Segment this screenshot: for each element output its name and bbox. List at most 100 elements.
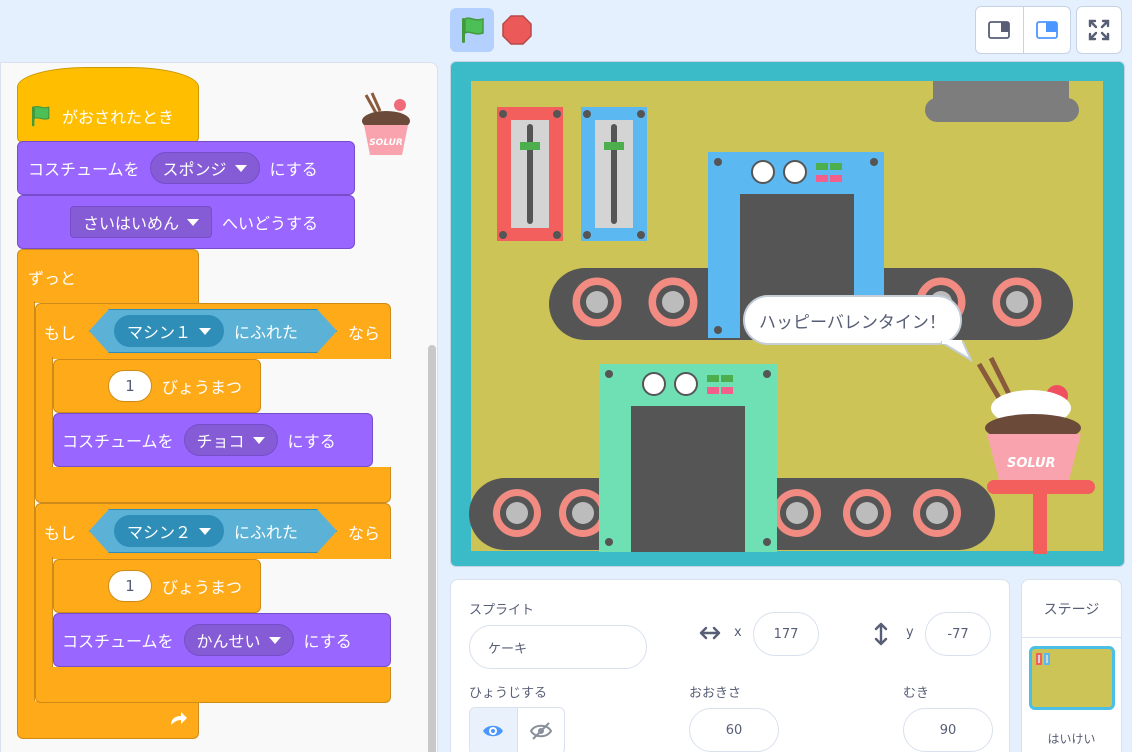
x-arrows-icon: [699, 626, 721, 640]
touching-block-2[interactable]: マシン２ にふれた: [89, 509, 337, 553]
costume-dropdown-sponge[interactable]: スポンジ: [149, 152, 260, 184]
size-input[interactable]: 60: [689, 708, 779, 752]
touching-label: にふれた: [234, 323, 299, 342]
y-arrows-icon: [874, 622, 888, 646]
wait-block-1[interactable]: 1 びょうまつ: [53, 359, 261, 413]
green-flag-icon: [32, 105, 50, 127]
cake-label: SOLUR: [1007, 456, 1056, 471]
costume-dropdown-value: スポンジ: [162, 160, 227, 179]
dropdown-caret-icon: [187, 218, 200, 226]
costume-dropdown-value: かんせい: [196, 632, 261, 651]
costume-label: コスチュームを: [28, 160, 140, 179]
hide-button[interactable]: [516, 708, 564, 752]
wait-seconds-input-2[interactable]: 1: [108, 570, 152, 602]
switch-backdrop-block[interactable]: さいはいめん へいどうする: [17, 195, 355, 249]
when-flag-clicked-block[interactable]: がおされたとき: [17, 67, 199, 143]
x-value: 177: [773, 626, 799, 642]
dropdown-caret-icon: [234, 164, 247, 172]
switch-costume-block[interactable]: コスチュームを スポンジ にする: [17, 141, 355, 195]
then-label: なら: [347, 323, 380, 343]
normal-stage-button[interactable]: [1022, 7, 1070, 53]
wait-label: びょうまつ: [162, 378, 243, 397]
stage-size-toggle: [975, 6, 1071, 54]
forever-block[interactable]: ずっと: [17, 249, 199, 303]
switch-costume-block-2[interactable]: コスチュームを チョコ にする: [53, 413, 373, 467]
backdrop-dropdown[interactable]: さいはいめん: [70, 206, 213, 238]
wait-label: びょうまつ: [162, 578, 243, 597]
wait-block-2[interactable]: 1 びょうまつ: [53, 559, 261, 613]
hat-label: がおされたとき: [62, 108, 175, 127]
small-stage-button[interactable]: [976, 7, 1023, 53]
dropdown-caret-icon: [268, 636, 281, 644]
stop-button[interactable]: [500, 12, 534, 48]
stop-icon: [502, 15, 532, 45]
costume-dropdown-value: チョコ: [196, 432, 245, 451]
fullscreen-button[interactable]: [1076, 6, 1122, 54]
eye-off-icon: [529, 722, 552, 740]
fullscreen-icon: [1088, 19, 1110, 41]
forever-label: ずっと: [28, 268, 77, 288]
forever-arm: [17, 301, 35, 701]
sprite-label: スプライト: [469, 603, 535, 618]
show-button[interactable]: [470, 708, 517, 752]
wait-seconds-input-1[interactable]: 1: [108, 370, 152, 402]
dropdown-caret-icon: [199, 528, 211, 535]
code-area[interactable]: SOLUR がおされたとき コスチュームを スポンジ にする さいはいめん へい…: [0, 62, 438, 752]
direction-label: むき: [903, 686, 930, 701]
backdrop-suffix: へいどうする: [222, 214, 319, 233]
if-label: もし: [44, 523, 77, 543]
dropdown-caret-icon: [252, 436, 265, 444]
show-label: ひょうじする: [469, 686, 548, 701]
stage-panel-title: ステージ: [1022, 580, 1121, 638]
stage[interactable]: SOLUR ハッピーバレンタイン！: [450, 61, 1125, 567]
costume-label: コスチュームを: [62, 632, 174, 651]
cake-sprite-thumbnail: SOLUR: [362, 92, 410, 155]
sprite-info-panel: スプライト ケーキ x 177 y -77 ひょうじする おおきさ 60 むき …: [450, 579, 1010, 752]
size-value: 60: [725, 722, 743, 738]
y-label: y: [906, 625, 914, 640]
small-stage-icon: [988, 21, 1011, 39]
touching-dropdown-2[interactable]: マシン２: [114, 515, 224, 547]
stage-thumbnail-scene: [1036, 653, 1050, 665]
y-value: -77: [947, 626, 969, 642]
if-label: もし: [44, 323, 77, 343]
normal-stage-icon: [1036, 21, 1058, 39]
size-label: おおきさ: [689, 686, 742, 701]
costume-dropdown-done[interactable]: かんせい: [183, 624, 294, 656]
if-arm-2: [35, 557, 53, 669]
speech-bubble: ハッピーバレンタイン！: [743, 295, 962, 345]
backdrop-dropdown-value: さいはいめん: [83, 214, 180, 233]
forever-foot: [17, 701, 199, 739]
switch-costume-block-3[interactable]: コスチュームを かんせい にする: [53, 613, 391, 667]
touching-dropdown-1[interactable]: マシン１: [114, 315, 224, 347]
if-foot-2: [35, 667, 391, 703]
x-input[interactable]: 177: [753, 612, 819, 656]
costume-suffix: にする: [287, 432, 336, 451]
x-label: x: [734, 625, 742, 640]
eye-icon: [483, 725, 504, 737]
visibility-toggle: [469, 707, 565, 752]
y-input[interactable]: -77: [925, 612, 991, 656]
costume-label: コスチュームを: [62, 432, 174, 451]
green-flag-icon: [462, 17, 484, 43]
costume-dropdown-choco[interactable]: チョコ: [183, 424, 278, 456]
direction-input[interactable]: 90: [903, 708, 993, 752]
dropdown-caret-icon: [199, 328, 211, 335]
then-label: なら: [347, 523, 380, 543]
svg-text:SOLUR: SOLUR: [369, 138, 403, 148]
sprite-name-value: ケーキ: [488, 641, 528, 657]
if-foot-1: [35, 467, 391, 503]
touching-block-1[interactable]: マシン１ にふれた: [89, 309, 337, 353]
touching-label: にふれた: [234, 523, 299, 542]
backdrops-label: はいけい: [1047, 732, 1096, 746]
sprite-name-input[interactable]: ケーキ: [469, 625, 647, 669]
speech-text: ハッピーバレンタイン！: [759, 312, 946, 333]
code-scrollbar[interactable]: [428, 345, 436, 752]
stage-panel[interactable]: ステージ はいけい: [1021, 579, 1122, 752]
direction-value: 90: [939, 722, 957, 738]
speech-bubble-tail: [941, 340, 973, 362]
stage-thumbnail[interactable]: [1029, 646, 1115, 710]
costume-suffix: にする: [269, 160, 318, 179]
green-flag-button[interactable]: [450, 8, 494, 52]
if-arm-1: [35, 357, 53, 469]
